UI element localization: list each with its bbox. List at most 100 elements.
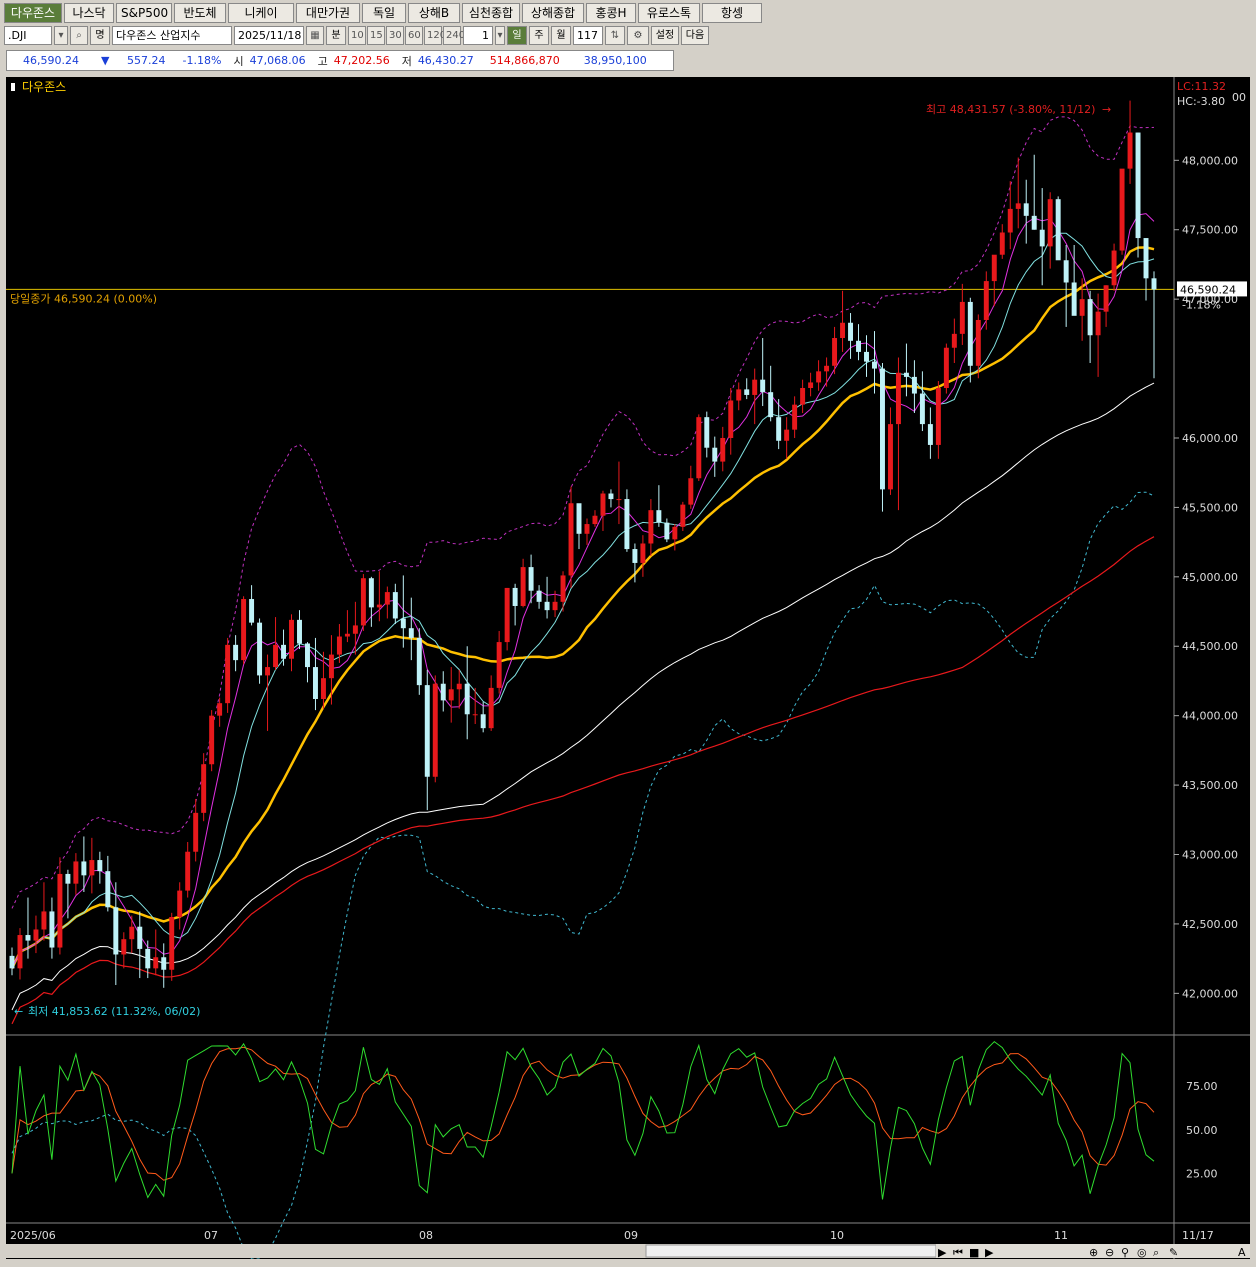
count-input[interactable]: 1 [463,25,493,45]
candle-body [305,643,310,668]
zoom-in-icon[interactable]: ⊕ [1089,1246,1098,1259]
candle-body [352,625,358,634]
tab-0[interactable]: 다우존스 [4,3,62,23]
tab-9[interactable]: 상해종합 [522,3,584,23]
tab-12[interactable]: 항셍 [702,3,762,23]
tab-6[interactable]: 독일 [362,3,406,23]
next-button[interactable]: 다음 [681,25,709,45]
candle-body [1135,132,1141,239]
last-price-label: 46,590.24 [1180,283,1236,296]
candle-body [903,372,909,377]
text-icon[interactable]: A [1238,1246,1246,1259]
open-label: 시 [233,54,244,68]
interval-button-10[interactable]: 10 [348,25,366,45]
quote-strip: 46,590.24 ▼ 557.24 -1.18% 시 47,068.06 고 … [6,50,674,71]
candle-body [312,667,318,700]
candle-body [800,388,806,405]
candle-body [760,379,766,393]
stop-icon[interactable]: ■ [969,1246,979,1259]
date-field[interactable]: 2025/11/18 [234,25,304,45]
candle-body [1055,199,1061,261]
candle-body [257,622,263,676]
candle-body [1039,229,1045,247]
symbol-input[interactable]: .DJI [4,25,52,45]
candle-body [927,424,933,445]
ma-10-line [11,232,1155,969]
candle-body [720,437,726,462]
tab-11[interactable]: 유로스톡 [638,3,700,23]
chart-panel[interactable]: ▶ ⏮ ■ ▶ ⊕ ⊖ ⚲ ◎ ⌕ ✎ A 48,000.00 47,500.00 47,000.00 4… [6,77,1250,1260]
osc-signal-line [11,1046,1155,1181]
min-arrow-icon: ← [14,1005,23,1018]
candle-body [592,515,598,525]
tab-5[interactable]: 대만가권 [296,3,360,23]
rewind-icon[interactable]: ⏮ [953,1246,963,1259]
candle-body [273,644,279,668]
interval-button-240[interactable]: 240 [443,25,465,45]
magnet-icon[interactable]: ⚲ [1121,1246,1129,1259]
tab-1[interactable]: 나스닥 [64,3,114,23]
tab-4[interactable]: 니케이 [228,3,294,23]
candle-body [752,379,758,395]
min-label: 최저 41,853.62 (11.32%, 06/02) [28,1005,200,1018]
candle-body [648,510,654,544]
scrollbar-thumb[interactable] [645,1244,937,1258]
interval-button-60[interactable]: 60 [405,25,423,45]
candle-body [265,667,271,676]
search-icon[interactable]: ⌕ [70,25,88,45]
target-icon[interactable]: ◎ [1137,1246,1147,1259]
candle-body [65,873,71,884]
candle-body [336,636,342,655]
search-icon[interactable]: ⌕ [1153,1246,1159,1259]
candle-body [9,955,15,969]
candle-body [49,911,55,948]
candle-body [368,578,374,608]
candle-body [656,510,662,523]
bar-count-field[interactable]: 117 [573,25,603,45]
price-chart[interactable]: ▶ ⏮ ■ ▶ ⊕ ⊖ ⚲ ◎ ⌕ ✎ A 48,000.0047,500.0047,000.004… [6,77,1250,1260]
tab-10[interactable]: 홍콩H [586,3,636,23]
candle-body [57,873,63,948]
candle-body [97,860,103,872]
candle-body [608,493,614,500]
week-button[interactable]: 주 [529,25,549,45]
candle-body [879,368,885,490]
settings-button[interactable]: 설정 [651,25,679,45]
ma-120-line [11,536,1155,1025]
interval-button-120[interactable]: 120 [424,25,446,45]
candle-body [448,689,454,701]
tab-7[interactable]: 상해B [408,3,460,23]
candle-body [696,417,702,479]
candle-body [624,499,630,550]
osc-main-line [11,1040,1155,1200]
play-icon[interactable]: ▶ [938,1246,947,1259]
day-button[interactable]: 일 [507,25,527,45]
forward-icon[interactable]: ▶ [985,1246,994,1259]
scroll-arrows-icon[interactable]: ⇅ [605,25,625,45]
name-toggle-button[interactable]: 명 [90,25,110,45]
tab-2[interactable]: S&P500 [116,3,172,23]
minute-button[interactable]: 분 [326,25,346,45]
candle-body [1111,250,1117,286]
interval-button-30[interactable]: 30 [386,25,404,45]
candle-body [344,633,350,637]
candle-body [824,365,830,372]
gear-icon[interactable]: ⚙ [627,25,649,45]
interval-button-15[interactable]: 15 [367,25,385,45]
high-value: 47,202.56 [333,54,390,67]
candle-body [33,929,39,941]
x-axis-end-label: 11/17 [1182,1229,1214,1242]
candle-body [967,301,973,366]
symbol-dropdown-button[interactable]: ▾ [54,25,68,45]
candle-body [249,599,255,623]
month-button[interactable]: 월 [551,25,571,45]
calendar-icon[interactable]: ▦ [306,25,324,45]
count-spinner[interactable]: ▾ [495,25,505,45]
candle-body [472,714,478,716]
pen-icon[interactable]: ✎ [1169,1246,1178,1259]
y-tick-label: 44,000.00 [1182,710,1238,723]
y-tick-label: 42,000.00 [1182,987,1238,1000]
tab-8[interactable]: 심천종합 [462,3,520,23]
zoom-out-icon[interactable]: ⊖ [1105,1246,1114,1259]
tab-3[interactable]: 반도체 [174,3,226,23]
